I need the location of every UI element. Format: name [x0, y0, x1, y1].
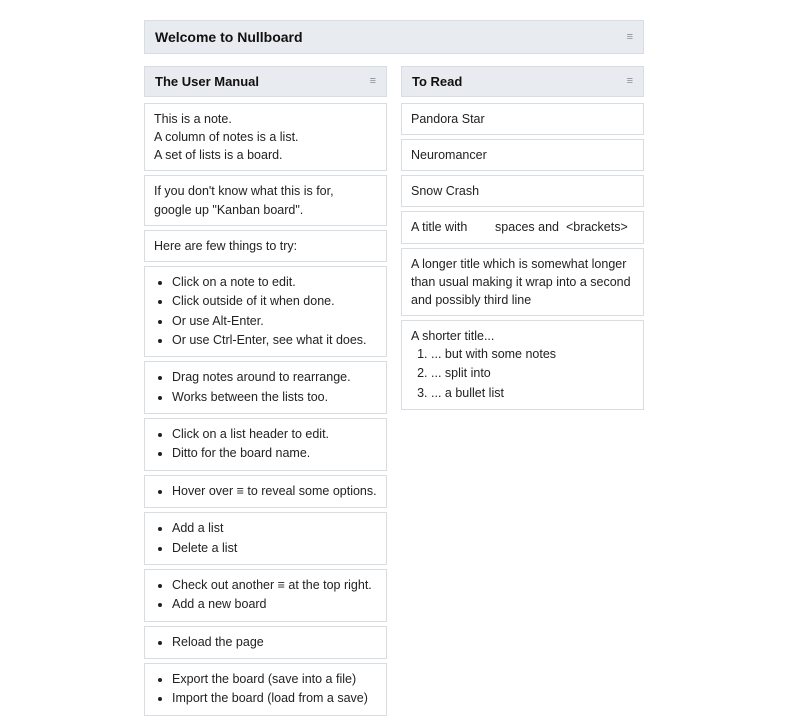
note-bullet-item: Drag notes around to rearrange.: [172, 368, 377, 387]
note[interactable]: Neuromancer: [401, 139, 644, 171]
list-title[interactable]: The User Manual: [155, 74, 259, 89]
note-bullets: Click on a note to edit.Click outside of…: [154, 273, 377, 351]
note-bullet-item: Or use Ctrl-Enter, see what it does.: [172, 331, 377, 350]
note-bullets: Click on a list header to edit.Ditto for…: [154, 425, 377, 464]
note-text: Snow Crash: [411, 182, 634, 200]
note-bullet-item: Works between the lists too.: [172, 388, 377, 407]
note-bullet-item: Click outside of it when done.: [172, 292, 377, 311]
board-header[interactable]: Welcome to Nullboard ≡: [144, 20, 644, 54]
note[interactable]: Click on a list header to edit.Ditto for…: [144, 418, 387, 471]
note-text: Neuromancer: [411, 146, 634, 164]
list-header[interactable]: To Read ≡: [401, 66, 644, 97]
note[interactable]: Click on a note to edit.Click outside of…: [144, 266, 387, 358]
note-bullet-item: Check out another ≡ at the top right.: [172, 576, 377, 595]
list-user-manual: The User Manual ≡ This is a note. A colu…: [144, 66, 387, 720]
note-bullet-item: Export the board (save into a file): [172, 670, 377, 689]
board: Welcome to Nullboard ≡ The User Manual ≡…: [144, 20, 644, 720]
note[interactable]: A shorter title...... but with some note…: [401, 320, 644, 410]
note-numbered: ... but with some notes... split into...…: [411, 345, 634, 403]
note[interactable]: Snow Crash: [401, 175, 644, 207]
note[interactable]: Reload the page: [144, 626, 387, 659]
note-numbered-item: ... a bullet list: [431, 384, 634, 403]
note-bullets: Hover over ≡ to reveal some options.: [154, 482, 377, 501]
list-header[interactable]: The User Manual ≡: [144, 66, 387, 97]
note[interactable]: Add a listDelete a list: [144, 512, 387, 565]
note[interactable]: Hover over ≡ to reveal some options.: [144, 475, 387, 508]
note-bullets: Export the board (save into a file)Impor…: [154, 670, 377, 709]
list-menu-icon[interactable]: ≡: [370, 76, 376, 87]
note-bullet-item: Or use Alt-Enter.: [172, 312, 377, 331]
note-bullets: Check out another ≡ at the top right.Add…: [154, 576, 377, 615]
note-bullet-item: Add a new board: [172, 595, 377, 614]
note[interactable]: Check out another ≡ at the top right.Add…: [144, 569, 387, 622]
board-menu-icon[interactable]: ≡: [627, 32, 633, 43]
note[interactable]: If you don't know what this is for, goog…: [144, 175, 387, 225]
board-title[interactable]: Welcome to Nullboard: [155, 29, 303, 45]
note[interactable]: A title with spaces and <brackets>: [401, 211, 644, 243]
note-bullet-item: Reload the page: [172, 633, 377, 652]
note-text: Here are few things to try:: [154, 237, 377, 255]
note-bullet-item: Import the board (load from a save): [172, 689, 377, 708]
note-text: A longer title which is somewhat longer …: [411, 255, 634, 309]
note-bullet-item: Delete a list: [172, 539, 377, 558]
list-notes: This is a note. A column of notes is a l…: [144, 103, 387, 716]
note[interactable]: This is a note. A column of notes is a l…: [144, 103, 387, 171]
note[interactable]: Here are few things to try:: [144, 230, 387, 262]
note-numbered-item: ... split into: [431, 364, 634, 383]
note-bullet-item: Click on a note to edit.: [172, 273, 377, 292]
note-bullet-item: Ditto for the board name.: [172, 444, 377, 463]
note-text: A title with spaces and <brackets>: [411, 218, 634, 236]
list-to-read: To Read ≡ Pandora Star Neuromancer Snow Cr…: [401, 66, 644, 414]
note-bullets: Drag notes around to rearrange.Works bet…: [154, 368, 377, 407]
list-menu-icon[interactable]: ≡: [627, 76, 633, 87]
note-bullets: Add a listDelete a list: [154, 519, 377, 558]
note-bullet-item: Add a list: [172, 519, 377, 538]
note-text: Pandora Star: [411, 110, 634, 128]
note-numbered-item: ... but with some notes: [431, 345, 634, 364]
list-notes: Pandora Star Neuromancer Snow Crash A title…: [401, 103, 644, 410]
lists-row: The User Manual ≡ This is a note. A colu…: [144, 66, 644, 720]
note-bullet-item: Click on a list header to edit.: [172, 425, 377, 444]
note[interactable]: Pandora Star: [401, 103, 644, 135]
note[interactable]: Drag notes around to rearrange.Works bet…: [144, 361, 387, 414]
note[interactable]: Export the board (save into a file)Impor…: [144, 663, 387, 716]
note-bullets: Reload the page: [154, 633, 377, 652]
note-text: If you don't know what this is for, goog…: [154, 182, 377, 218]
note-bullet-item: Hover over ≡ to reveal some options.: [172, 482, 377, 501]
note-lead: A shorter title...: [411, 327, 634, 345]
list-title[interactable]: To Read: [412, 74, 462, 89]
note-text: This is a note. A column of notes is a l…: [154, 110, 377, 164]
note[interactable]: A longer title which is somewhat longer …: [401, 248, 644, 316]
